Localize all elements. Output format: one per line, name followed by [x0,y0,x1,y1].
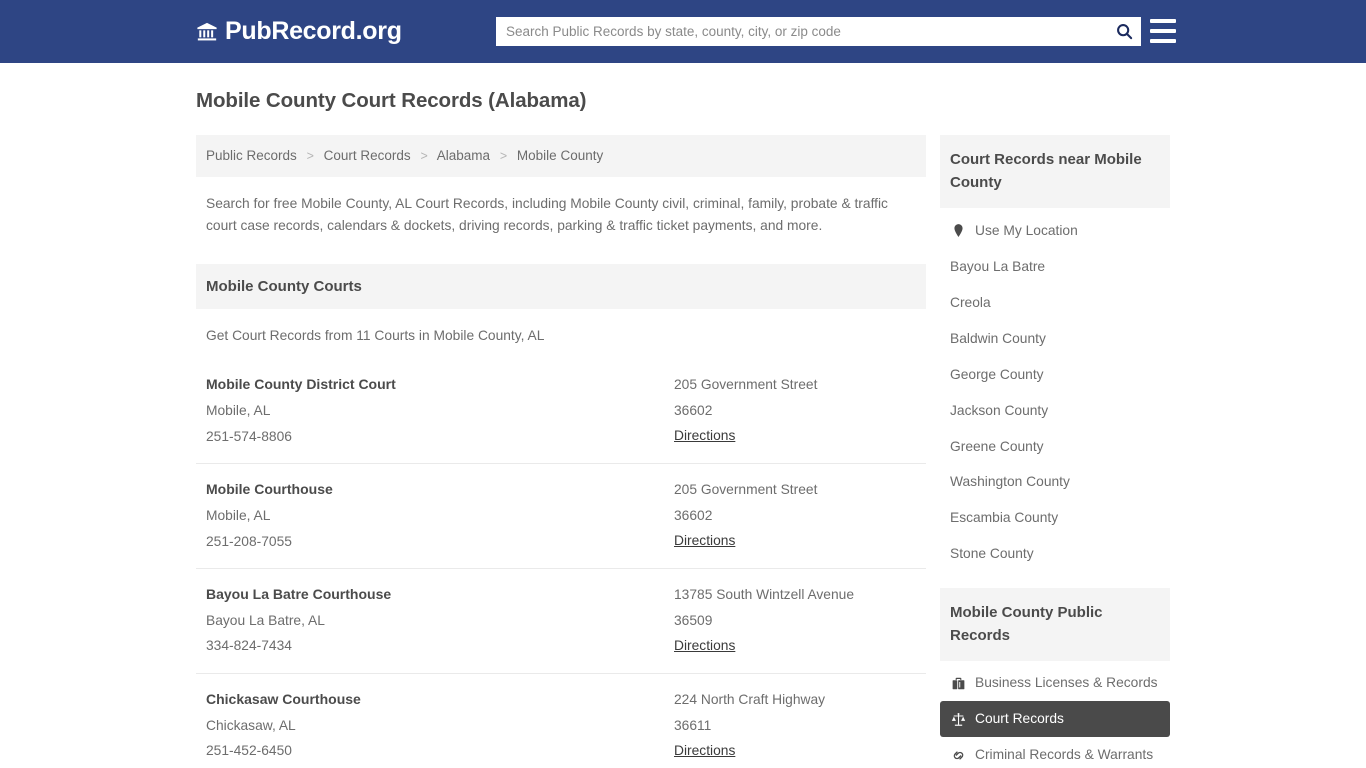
court-street: 205 Government Street [674,482,818,498]
nearby-heading: Court Records near Mobile County [940,135,1170,208]
sidebar-record-item-label: Court Records [975,711,1064,727]
court-phone: 251-208-7055 [206,533,292,549]
breadcrumb-item-court-records[interactable]: Court Records [324,148,411,163]
search-input[interactable] [496,18,1107,45]
court-zip: 36611 [674,717,712,733]
breadcrumb: Public Records > Court Records > Alabama… [196,135,926,177]
nearby-list: Use My Location Bayou La Batre Creola Baldw… [940,208,1170,572]
court-info: Mobile County District Court Mobile, AL 25… [206,372,674,449]
sidebar-nearby-item-label: George County [950,366,1044,382]
court-city-state: Mobile, AL [206,403,271,419]
nearby-court-records-box: Court Records near Mobile County Use My … [940,135,1170,572]
court-address: 13785 South Wintzell Avenue 36509 Directio… [674,582,916,659]
sidebar-nearby-item[interactable]: George County [940,357,1170,393]
sidebar-record-item[interactable]: Business Licenses & Records [940,661,1170,701]
content-columns: Public Records > Court Records > Alabama… [196,135,1170,768]
sidebar-nearby-item[interactable]: Washington County [940,464,1170,500]
court-address: 224 North Craft Highway 36611 Directions [674,687,916,764]
court-name: Mobile Courthouse [206,481,333,498]
court-address: 205 Government Street 36602 Directions [674,477,916,554]
sidebar-nearby-item[interactable]: Bayou La Batre [940,249,1170,285]
page-container: Mobile County Court Records (Alabama) Pu… [0,89,1366,768]
site-header: PubRecord.org [0,0,1366,63]
search-icon [1115,22,1134,41]
scales-of-justice-icon [950,711,966,727]
court-row: Mobile County District Court Mobile, AL 25… [196,359,926,463]
page-intro-text: Search for free Mobile County, AL Court … [206,195,888,233]
sidebar-record-item[interactable]: Court Records [940,701,1170,738]
court-zip: 36602 [674,507,713,523]
courts-section-heading: Mobile County Courts [196,264,926,310]
court-list: Mobile County District Court Mobile, AL 25… [196,359,926,768]
sidebar-nearby-item[interactable]: Baldwin County [940,321,1170,357]
sidebar-nearby-item[interactable]: Use My Location [940,208,1170,249]
directions-link[interactable]: Directions [674,738,735,764]
bank-building-icon [196,21,218,43]
sidebar-nearby-item-label: Use My Location [975,223,1078,238]
sidebar-nearby-item-label: Baldwin County [950,330,1046,346]
sidebar-nearby-item-label: Bayou La Batre [950,258,1046,274]
breadcrumb-item-alabama[interactable]: Alabama [437,148,490,163]
court-name: Mobile County District Court [206,376,396,393]
public-records-box: Mobile County Public Records Business Li… [940,588,1170,768]
court-info: Bayou La Batre Courthouse Bayou La Batre,… [206,582,674,659]
page-title: Mobile County Court Records (Alabama) [196,89,587,112]
directions-link[interactable]: Directions [674,633,735,659]
public-records-list: Business Licenses & Records Court Records… [940,661,1170,768]
sidebar-nearby-item[interactable]: Jackson County [940,393,1170,429]
briefcase-icon [950,675,966,691]
sidebar-nearby-item-label: Jackson County [950,402,1049,418]
court-street: 13785 South Wintzell Avenue [674,587,854,603]
court-city-state: Mobile, AL [206,508,271,524]
court-row: Bayou La Batre Courthouse Bayou La Batre,… [196,568,926,673]
court-info: Mobile Courthouse Mobile, AL 251-208-7055 [206,477,674,554]
sidebar-nearby-item-label: Stone County [950,546,1034,562]
sidebar-nearby-item[interactable]: Creola [940,285,1170,321]
court-name: Bayou La Batre Courthouse [206,586,392,603]
breadcrumb-item-mobile-county: Mobile County [516,148,604,163]
sidebar-nearby-item[interactable]: Escambia County [940,500,1170,536]
sidebar-record-item-label: Business Licenses & Records [975,675,1158,691]
court-phone: 251-452-6450 [206,743,292,759]
court-street: 205 Government Street [674,377,818,393]
sidebar-nearby-item-label: Greene County [950,438,1044,454]
court-zip: 36602 [674,402,713,418]
hamburger-menu-icon[interactable] [1150,19,1176,43]
sidebar-record-item-label: Criminal Records & Warrants [975,747,1154,763]
breadcrumb-item-public-records[interactable]: Public Records [206,148,297,163]
directions-link[interactable]: Directions [674,528,735,554]
directions-link[interactable]: Directions [674,423,735,449]
sidebar: Court Records near Mobile County Use My … [940,135,1170,768]
court-name: Chickasaw Courthouse [206,691,361,707]
courts-section-subheading: Get Court Records from 11 Courts in Mobi… [206,328,545,344]
court-phone: 251-574-8806 [206,428,292,444]
main-content: Public Records > Court Records > Alabama… [196,135,926,768]
court-zip: 36509 [674,612,713,628]
court-info: Chickasaw Courthouse Chickasaw, AL 251-452… [206,687,674,764]
handcuffs-icon [950,747,966,763]
site-logo[interactable]: PubRecord.org [196,17,402,46]
search-button[interactable] [1107,17,1141,46]
map-pin-icon [950,223,966,239]
court-city-state: Bayou La Batre, AL [206,612,325,628]
sidebar-nearby-item-label: Creola [950,294,991,310]
court-address: 205 Government Street 36602 Directions [674,372,916,449]
court-phone: 334-824-7434 [206,638,292,654]
site-logo-text: PubRecord.org [225,17,402,45]
sidebar-nearby-item-label: Washington County [950,474,1070,490]
sidebar-record-item[interactable]: Criminal Records & Warrants [940,737,1170,768]
breadcrumb-separator: > [499,149,508,163]
breadcrumb-separator: > [306,149,314,163]
court-city-state: Chickasaw, AL [206,717,296,733]
public-records-heading: Mobile County Public Records [940,588,1170,662]
sidebar-nearby-item[interactable]: Stone County [940,536,1170,572]
site-search-form [496,17,1141,46]
court-row: Mobile Courthouse Mobile, AL 251-208-7055 2… [196,463,926,568]
sidebar-nearby-item-label: Escambia County [950,510,1059,526]
breadcrumb-separator: > [420,149,428,163]
sidebar-nearby-item[interactable]: Greene County [940,429,1170,465]
court-street: 224 North Craft Highway [674,692,826,707]
court-row: Chickasaw Courthouse Chickasaw, AL 251-452… [196,673,926,768]
